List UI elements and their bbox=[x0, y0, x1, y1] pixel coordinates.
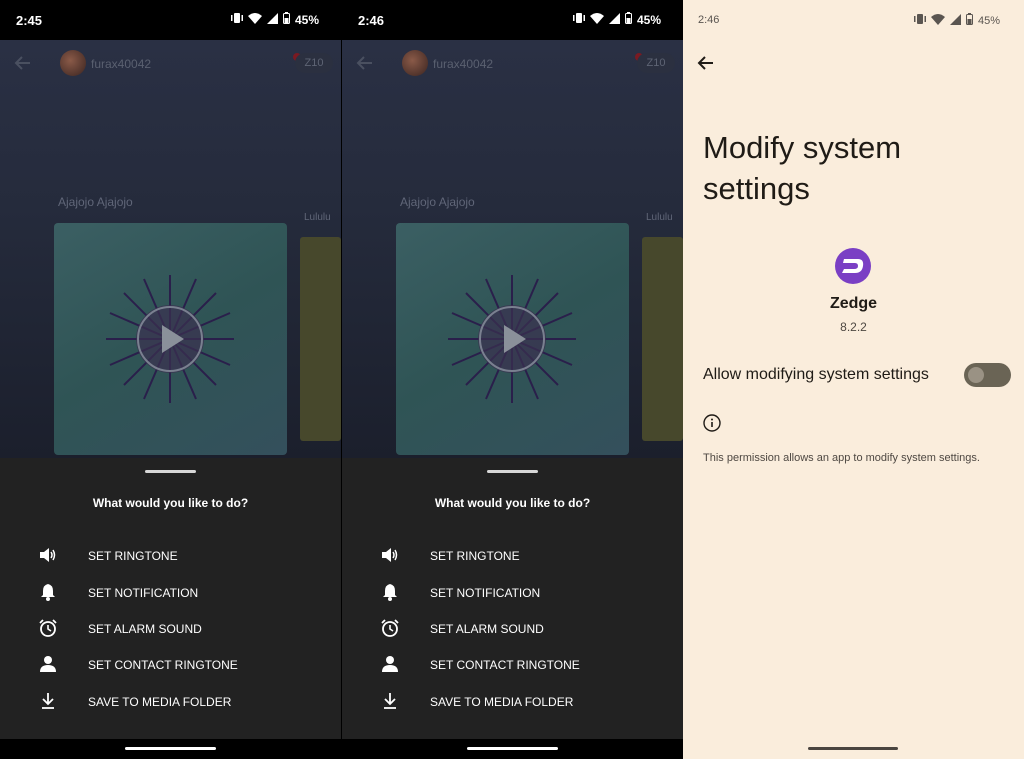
page-title: Modify system settings bbox=[703, 130, 902, 206]
settings-screen: 2:46 45% Modify system settings Zedge 8.… bbox=[683, 0, 1024, 759]
option-label: SET CONTACT RINGTONE bbox=[88, 658, 238, 672]
screen-1: 2:45 45% furax40042 Z10 Ajajojo Ajajojo … bbox=[0, 0, 341, 759]
option-label: SET RINGTONE bbox=[88, 549, 178, 563]
allow-setting-label[interactable]: Allow modifying system settings bbox=[703, 366, 929, 384]
option-label: SET CONTACT RINGTONE bbox=[430, 658, 580, 672]
option-label: SET ALARM SOUND bbox=[88, 622, 202, 636]
status-bar: 2:45 45% bbox=[0, 0, 341, 40]
next-track-title: Lululu bbox=[646, 212, 673, 223]
person-icon bbox=[380, 654, 400, 674]
next-track-artwork[interactable] bbox=[642, 237, 683, 441]
option-set-ringtone[interactable]: SET RINGTONE bbox=[342, 540, 683, 570]
sheet-question: What would you like to do? bbox=[92, 496, 249, 510]
status-time: 2:45 bbox=[16, 13, 43, 28]
option-set-alarm-sound[interactable]: SET ALARM SOUND bbox=[0, 613, 341, 643]
signal-icon bbox=[266, 12, 278, 27]
nav-bar bbox=[342, 739, 683, 759]
bell-icon bbox=[380, 582, 400, 602]
track-artwork[interactable] bbox=[396, 223, 629, 455]
status-icons: 45% bbox=[913, 13, 1000, 28]
vibrate-icon bbox=[913, 13, 926, 28]
speaker-icon bbox=[380, 545, 400, 565]
vibrate-icon bbox=[572, 12, 585, 27]
allow-modify-toggle[interactable] bbox=[964, 363, 1011, 387]
status-bar: 2:46 45% bbox=[342, 0, 683, 40]
track-title: Ajajojo Ajajojo bbox=[58, 195, 133, 209]
option-label: SET ALARM SOUND bbox=[430, 622, 544, 636]
sheet-handle[interactable] bbox=[145, 470, 196, 473]
bell-icon bbox=[38, 582, 58, 602]
status-time: 2:46 bbox=[358, 13, 385, 28]
next-track-artwork[interactable] bbox=[300, 237, 341, 441]
bottom-sheet: What would you like to do? SET RINGTONE … bbox=[342, 458, 683, 739]
z-badge[interactable]: Z10 bbox=[295, 53, 333, 73]
alarm-icon bbox=[380, 618, 400, 638]
home-gesture-bar[interactable] bbox=[125, 747, 216, 750]
battery-percent: 45% bbox=[294, 12, 319, 27]
bottom-sheet: What would you like to do? SET RINGTONE … bbox=[0, 458, 341, 739]
username[interactable]: furax40042 bbox=[433, 57, 493, 71]
nav-bar bbox=[0, 739, 341, 759]
person-icon bbox=[38, 654, 58, 674]
app-name: Zedge bbox=[829, 295, 878, 312]
vibrate-icon bbox=[230, 12, 243, 27]
option-set-ringtone[interactable]: SET RINGTONE bbox=[0, 540, 341, 570]
battery-icon bbox=[965, 13, 973, 28]
username[interactable]: furax40042 bbox=[91, 57, 151, 71]
battery-percent: 45% bbox=[977, 14, 1000, 27]
content-background: furax40042 Z10 Ajajojo Ajajojo Lululu bbox=[342, 40, 683, 458]
status-time: 2:46 bbox=[698, 14, 720, 26]
sheet-handle[interactable] bbox=[487, 470, 538, 473]
zedge-logo-icon bbox=[835, 248, 871, 284]
battery-icon bbox=[624, 12, 632, 27]
status-icons: 45% bbox=[572, 12, 661, 27]
download-icon bbox=[38, 691, 58, 711]
option-set-notification[interactable]: SET NOTIFICATION bbox=[0, 577, 341, 607]
home-gesture-bar[interactable] bbox=[467, 747, 558, 750]
track-artwork[interactable] bbox=[54, 223, 287, 455]
track-title: Ajajojo Ajajojo bbox=[400, 195, 475, 209]
option-save-to-media-folder[interactable]: SAVE TO MEDIA FOLDER bbox=[0, 686, 341, 716]
back-arrow-icon[interactable] bbox=[356, 54, 374, 77]
status-icons: 45% bbox=[230, 12, 319, 27]
home-gesture-bar[interactable] bbox=[808, 747, 898, 750]
sheet-question: What would you like to do? bbox=[434, 496, 591, 510]
option-label: SET NOTIFICATION bbox=[88, 586, 199, 600]
battery-percent: 45% bbox=[636, 12, 661, 27]
download-icon bbox=[380, 691, 400, 711]
option-set-contact-ringtone[interactable]: SET CONTACT RINGTONE bbox=[0, 649, 341, 679]
info-icon bbox=[703, 414, 721, 437]
wifi-icon bbox=[247, 12, 262, 27]
back-arrow-icon[interactable] bbox=[14, 54, 32, 77]
option-set-contact-ringtone[interactable]: SET CONTACT RINGTONE bbox=[342, 649, 683, 679]
screen-2: 2:46 45% furax40042 Z10 Ajajojo Ajajojo … bbox=[342, 0, 683, 759]
alarm-icon bbox=[38, 618, 58, 638]
battery-icon bbox=[282, 12, 290, 27]
toggle-knob bbox=[968, 367, 984, 383]
avatar[interactable] bbox=[60, 50, 86, 76]
wifi-icon bbox=[930, 13, 945, 28]
option-label: SET RINGTONE bbox=[430, 549, 520, 563]
signal-icon bbox=[608, 12, 620, 27]
permission-description: This permission allows an app to modify … bbox=[703, 452, 980, 464]
app-version: 8.2.2 bbox=[840, 320, 867, 334]
z-badge[interactable]: Z10 bbox=[637, 53, 675, 73]
signal-icon bbox=[949, 13, 961, 28]
option-label: SET NOTIFICATION bbox=[430, 586, 541, 600]
wifi-icon bbox=[589, 12, 604, 27]
content-background: furax40042 Z10 Ajajojo Ajajojo Lululu bbox=[0, 40, 341, 458]
speaker-icon bbox=[38, 545, 58, 565]
option-set-notification[interactable]: SET NOTIFICATION bbox=[342, 577, 683, 607]
option-label: SAVE TO MEDIA FOLDER bbox=[88, 695, 232, 709]
avatar[interactable] bbox=[402, 50, 428, 76]
option-save-to-media-folder[interactable]: SAVE TO MEDIA FOLDER bbox=[342, 686, 683, 716]
option-set-alarm-sound[interactable]: SET ALARM SOUND bbox=[342, 613, 683, 643]
next-track-title: Lululu bbox=[304, 212, 331, 223]
back-arrow-icon[interactable] bbox=[697, 54, 715, 77]
option-label: SAVE TO MEDIA FOLDER bbox=[430, 695, 574, 709]
